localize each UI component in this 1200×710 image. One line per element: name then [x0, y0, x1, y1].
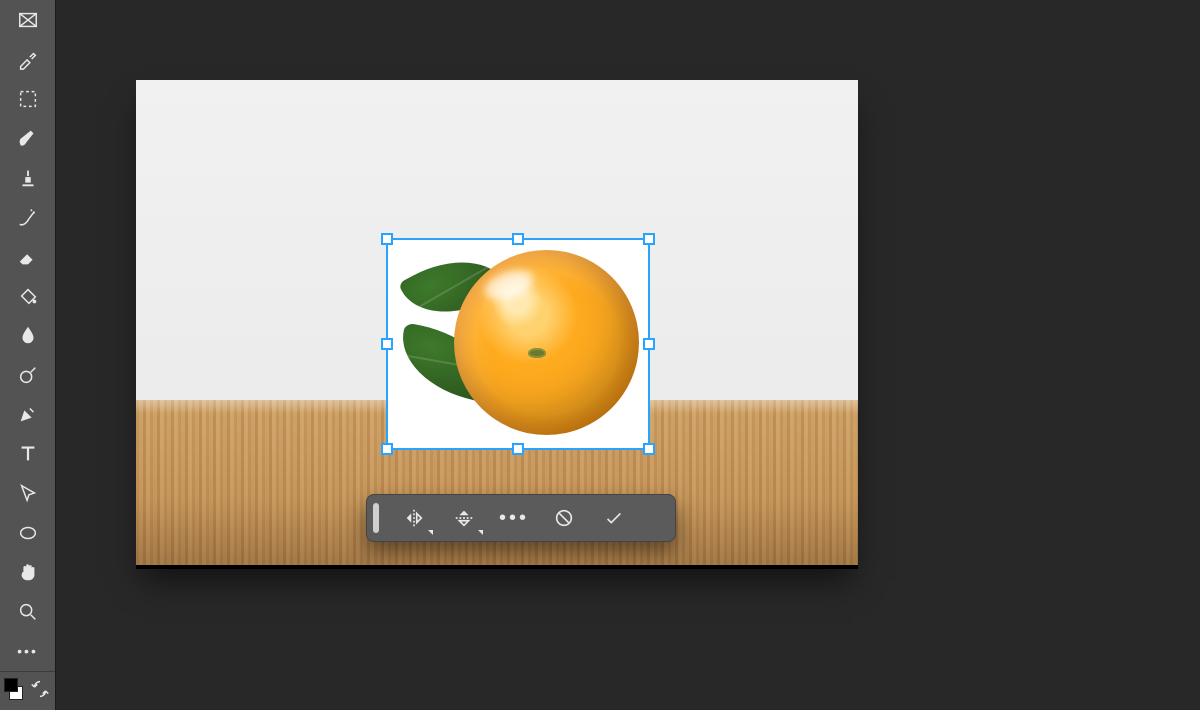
eraser-tool[interactable] — [8, 237, 48, 276]
transform-handle-top-left[interactable] — [381, 233, 393, 245]
marquee-tool-icon — [17, 88, 39, 110]
place-transform-toolbar[interactable]: ••• — [366, 494, 676, 542]
toolbar-footer — [0, 671, 55, 710]
transform-handle-middle-right[interactable] — [643, 338, 655, 350]
document-canvas[interactable]: ••• — [136, 80, 858, 565]
cancel-icon — [553, 507, 575, 529]
workspace: ••• — [56, 0, 1200, 710]
brush-tool[interactable] — [8, 118, 48, 157]
placed-layer[interactable] — [388, 240, 648, 448]
path-selection-tool-icon — [17, 482, 39, 504]
type-tool[interactable] — [8, 434, 48, 473]
commit-icon — [603, 507, 625, 529]
brush-tool-icon — [17, 127, 39, 149]
healing-brush-tool-icon — [17, 206, 39, 228]
orange-graphic — [454, 250, 639, 435]
edit-toolbar-button[interactable]: ••• — [8, 632, 48, 671]
dodge-tool-icon — [17, 364, 39, 386]
foreground-color-swatch[interactable] — [4, 678, 18, 692]
submenu-indicator-icon — [478, 530, 483, 535]
more-options-button[interactable]: ••• — [491, 498, 537, 538]
toolbar-grip[interactable] — [373, 503, 379, 533]
type-tool-icon — [17, 443, 39, 465]
clone-stamp-tool-icon — [17, 167, 39, 189]
transform-handle-bottom-middle[interactable] — [512, 443, 524, 455]
swap-colors-button[interactable] — [29, 678, 51, 700]
swap-colors-icon — [29, 678, 51, 700]
zoom-tool-icon — [17, 601, 39, 623]
commit-place-button[interactable] — [591, 498, 637, 538]
eraser-tool-icon — [17, 246, 39, 268]
blur-tool-icon — [17, 324, 39, 346]
transform-handle-bottom-right[interactable] — [643, 443, 655, 455]
edit-toolbar-icon: ••• — [17, 643, 38, 659]
pen-tool-icon — [17, 403, 39, 425]
submenu-indicator-icon — [428, 530, 433, 535]
flip-horizontal-button[interactable] — [391, 498, 437, 538]
artboard-tool[interactable] — [8, 0, 48, 39]
eyedropper-tool[interactable] — [8, 39, 48, 78]
hand-tool-icon — [17, 561, 39, 583]
transform-handle-top-middle[interactable] — [512, 233, 524, 245]
paint-bucket-tool[interactable] — [8, 276, 48, 315]
eyedropper-tool-icon — [17, 48, 39, 70]
blur-tool[interactable] — [8, 316, 48, 355]
flip-horizontal-icon — [403, 507, 425, 529]
tools-panel: ••• — [0, 0, 56, 710]
shape-tool-icon — [17, 522, 39, 544]
marquee-tool[interactable] — [8, 79, 48, 118]
pen-tool[interactable] — [8, 395, 48, 434]
cancel-place-button[interactable] — [541, 498, 587, 538]
shape-tool[interactable] — [8, 513, 48, 552]
flip-vertical-button[interactable] — [441, 498, 487, 538]
transform-handle-top-right[interactable] — [643, 233, 655, 245]
path-selection-tool[interactable] — [8, 474, 48, 513]
healing-brush-tool[interactable] — [8, 197, 48, 236]
transform-handle-middle-left[interactable] — [381, 338, 393, 350]
artboard-tool-icon — [17, 9, 39, 31]
color-swatches[interactable] — [4, 678, 23, 700]
paint-bucket-tool-icon — [17, 285, 39, 307]
more-options-icon: ••• — [499, 507, 529, 530]
zoom-tool[interactable] — [8, 592, 48, 631]
flip-vertical-icon — [453, 507, 475, 529]
transform-handle-bottom-left[interactable] — [381, 443, 393, 455]
dodge-tool[interactable] — [8, 355, 48, 394]
clone-stamp-tool[interactable] — [8, 158, 48, 197]
hand-tool[interactable] — [8, 553, 48, 592]
